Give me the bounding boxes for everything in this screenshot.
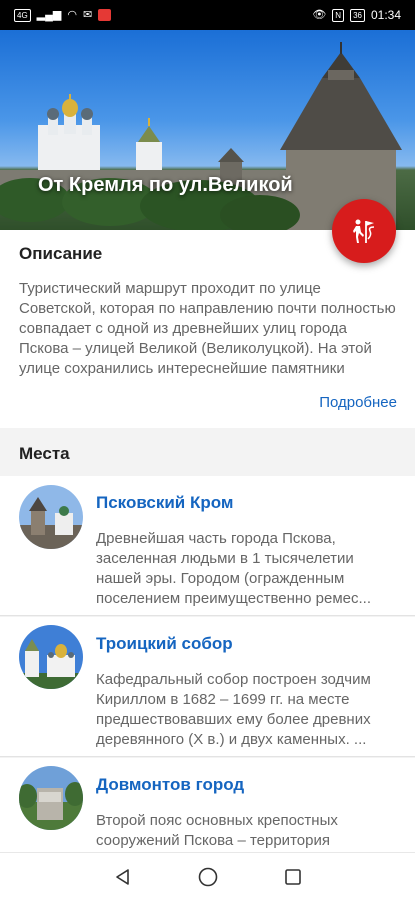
system-nav-bar [0, 852, 415, 900]
place-item[interactable]: Довмонтов город Второй пояс основных кре… [0, 758, 415, 852]
home-button[interactable] [196, 865, 220, 889]
nfc-icon: N [332, 8, 345, 22]
status-left-icons: 4G ▂▄▆ ◠ ✉ [14, 8, 112, 22]
battery-indicator: 36 [350, 8, 365, 22]
sim-icon: 4G [14, 8, 31, 22]
route-walk-icon [353, 219, 375, 243]
back-button[interactable] [111, 865, 135, 889]
place-item[interactable]: Троицкий собор Кафедральный собор постро… [0, 617, 415, 757]
notification-icon [98, 9, 112, 21]
places-header: Места [0, 430, 415, 476]
wifi-icon: ◠ [67, 8, 77, 21]
place-description: Древнейшая часть города Пскова, заселенн… [96, 530, 372, 607]
place-name: Псковский Кром [96, 493, 234, 512]
back-triangle-icon [115, 868, 129, 885]
route-title: От Кремля по ул.Великой [38, 174, 293, 196]
status-bar: 4G ▂▄▆ ◠ ✉ 👁 N 36 01:34 [0, 0, 415, 30]
place-description: Кафедральный собор построен зодчим Кирил… [96, 671, 371, 748]
signal-icon: ▂▄▆ [36, 8, 62, 21]
start-route-button[interactable] [332, 199, 396, 263]
home-circle-icon [198, 867, 217, 886]
places-title: Места [19, 444, 70, 463]
eye-icon: 👁 [312, 8, 327, 21]
place-name: Довмонтов город [96, 775, 245, 794]
place-name: Троицкий собор [96, 634, 233, 653]
mail-icon: ✉ [83, 8, 93, 21]
place-thumbnail [19, 485, 83, 549]
place-thumbnail [19, 766, 83, 830]
place-thumbnail [19, 625, 83, 689]
place-item[interactable]: Псковский Кром Древнейшая часть города П… [0, 476, 415, 616]
place-description: Второй пояс основных крепостных сооружен… [96, 812, 338, 849]
status-right-icons: 👁 N 36 01:34 [312, 8, 401, 22]
recents-button[interactable] [281, 865, 305, 889]
recents-square-icon [284, 868, 301, 885]
description-text: Туристический маршрут проходит по улице … [19, 280, 396, 377]
status-time: 01:34 [370, 8, 401, 22]
more-link[interactable]: Подробнее [319, 394, 397, 411]
